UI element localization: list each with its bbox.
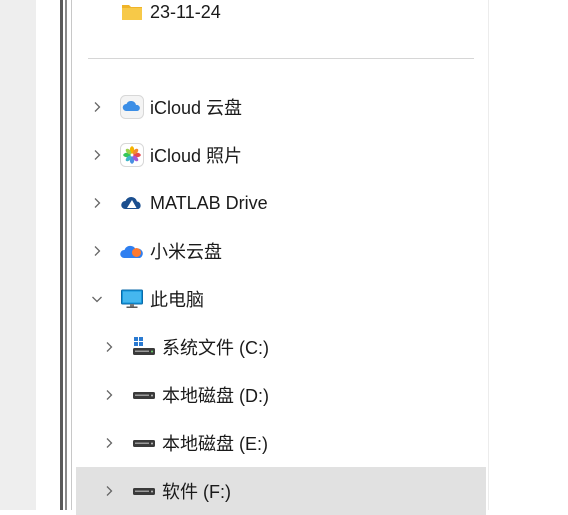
nav-item-matlab-drive[interactable]: MATLAB Drive bbox=[76, 179, 486, 227]
section-divider bbox=[88, 58, 474, 59]
this-pc-icon bbox=[120, 287, 144, 311]
content-area-edge bbox=[488, 0, 568, 510]
folder-icon bbox=[120, 0, 144, 24]
chevron-down-icon[interactable] bbox=[86, 288, 108, 310]
system-drive-icon bbox=[132, 335, 156, 359]
background-left-strip bbox=[0, 0, 36, 510]
navigation-pane: 23-11-24 iCloud 云盘 iCloud 照片 MATLAB Driv… bbox=[76, 0, 488, 515]
nav-item-label: 此电脑 bbox=[150, 290, 204, 310]
window-edge bbox=[36, 0, 76, 510]
nav-item-icloud-photos[interactable]: iCloud 照片 bbox=[76, 131, 486, 179]
nav-item-drive-d[interactable]: 本地磁盘 (D:) bbox=[76, 371, 486, 419]
nav-item-label: 系统文件 (C:) bbox=[162, 338, 269, 358]
nav-item-label: MATLAB Drive bbox=[150, 192, 268, 213]
nav-item-label: 小米云盘 bbox=[150, 242, 222, 262]
chevron-right-icon[interactable] bbox=[86, 192, 108, 214]
window-border-light bbox=[71, 0, 72, 510]
chevron-placeholder bbox=[98, 1, 120, 23]
nav-item-label: 本地磁盘 (D:) bbox=[162, 386, 269, 406]
nav-item-label: 本地磁盘 (E:) bbox=[162, 434, 268, 454]
nav-item-xiaomi-cloud[interactable]: 小米云盘 bbox=[76, 227, 486, 275]
nav-item-label: iCloud 照片 bbox=[150, 146, 243, 166]
pane-splitter[interactable] bbox=[488, 0, 489, 510]
chevron-right-icon[interactable] bbox=[86, 240, 108, 262]
icloud-photos-icon bbox=[120, 143, 144, 167]
nav-item-icloud-drive[interactable]: iCloud 云盘 bbox=[76, 83, 486, 131]
nav-item-drive-f[interactable]: 软件 (F:) bbox=[76, 467, 486, 515]
nav-item-drive-c[interactable]: 系统文件 (C:) bbox=[76, 323, 486, 371]
nav-item-label: 23-11-24 bbox=[150, 1, 221, 22]
chevron-right-icon[interactable] bbox=[98, 336, 120, 358]
window-border-dark bbox=[60, 0, 63, 510]
chevron-right-icon[interactable] bbox=[86, 96, 108, 118]
xiaomi-cloud-icon bbox=[120, 239, 144, 263]
nav-item-label: 软件 (F:) bbox=[162, 482, 231, 502]
nav-item-this-pc[interactable]: 此电脑 bbox=[76, 275, 486, 323]
chevron-right-icon[interactable] bbox=[86, 144, 108, 166]
window-border-mid bbox=[65, 0, 67, 510]
drive-icon bbox=[132, 479, 156, 503]
drive-icon bbox=[132, 431, 156, 455]
nav-item-drive-e[interactable]: 本地磁盘 (E:) bbox=[76, 419, 486, 467]
matlab-drive-icon bbox=[120, 191, 144, 215]
icloud-drive-icon bbox=[120, 95, 144, 119]
chevron-right-icon[interactable] bbox=[98, 480, 120, 502]
nav-item-label: iCloud 云盘 bbox=[150, 98, 243, 118]
drive-icon bbox=[132, 383, 156, 407]
nav-item-folder[interactable]: 23-11-24 bbox=[76, 0, 486, 36]
chevron-right-icon[interactable] bbox=[98, 432, 120, 454]
chevron-right-icon[interactable] bbox=[98, 384, 120, 406]
